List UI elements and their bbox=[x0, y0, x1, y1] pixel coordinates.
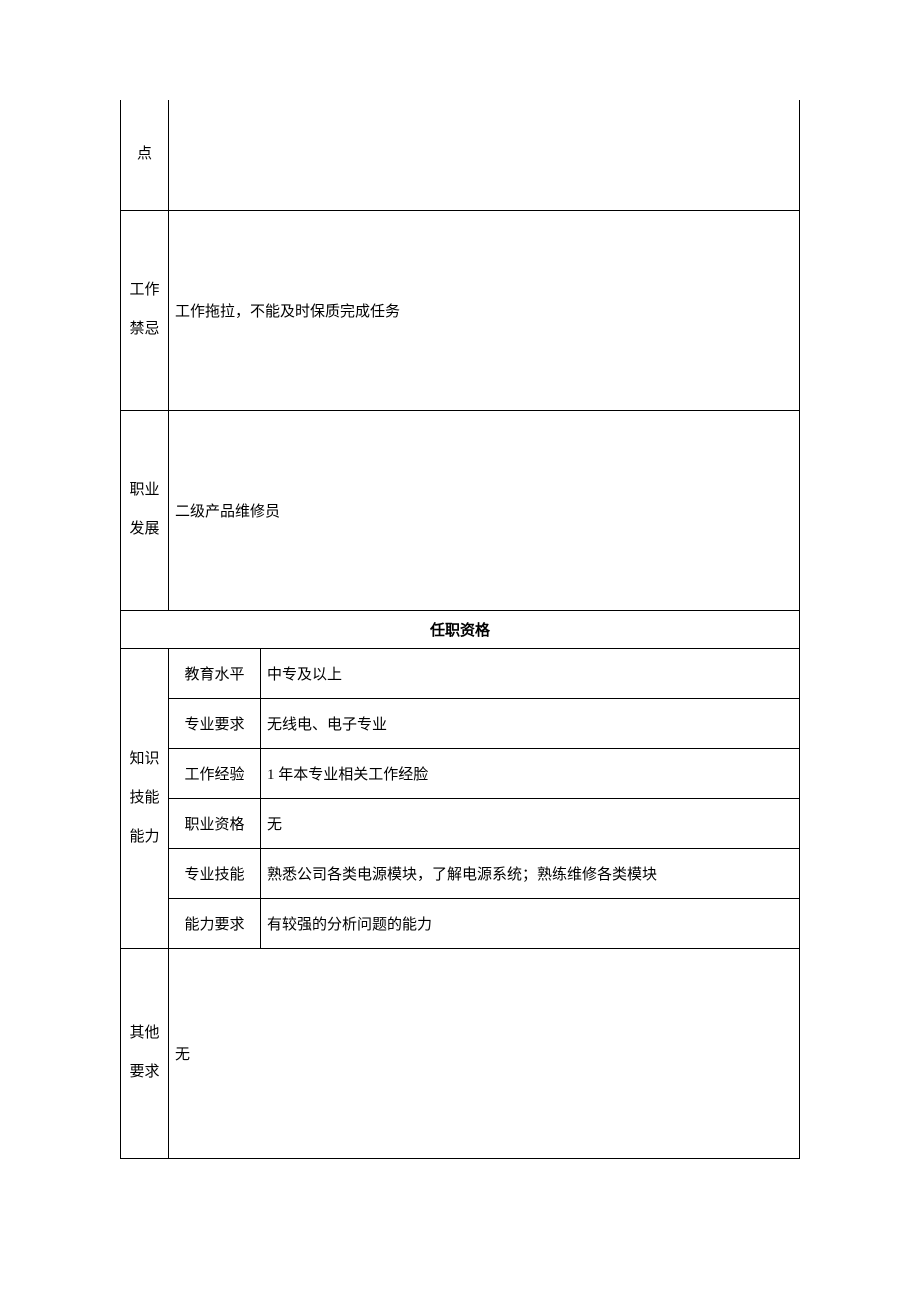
section-header: 任职资格 bbox=[121, 610, 800, 648]
knowledge-sublabel-2: 工作经验 bbox=[169, 748, 261, 798]
knowledge-content-0: 中专及以上 bbox=[261, 648, 800, 698]
knowledge-content-1: 无线电、电子专业 bbox=[261, 698, 800, 748]
job-spec-table: 点 工作禁忌 工作拖拉，不能及时保质完成任务 职业发展 二级产品维修员 任职资格… bbox=[120, 100, 800, 1159]
knowledge-sublabel-1: 专业要求 bbox=[169, 698, 261, 748]
section-header-row: 任职资格 bbox=[121, 610, 800, 648]
other-row: 其他要求 无 bbox=[121, 948, 800, 1158]
point-label: 点 bbox=[121, 100, 169, 210]
knowledge-row-3: 职业资格 无 bbox=[121, 798, 800, 848]
knowledge-sublabel-5: 能力要求 bbox=[169, 898, 261, 948]
knowledge-sublabel-4: 专业技能 bbox=[169, 848, 261, 898]
knowledge-row-0: 知识技能能力 教育水平 中专及以上 bbox=[121, 648, 800, 698]
knowledge-content-2: 1 年本专业相关工作经脸 bbox=[261, 748, 800, 798]
career-label: 职业发展 bbox=[121, 410, 169, 610]
knowledge-label: 知识技能能力 bbox=[121, 648, 169, 948]
knowledge-sublabel-3: 职业资格 bbox=[169, 798, 261, 848]
knowledge-row-1: 专业要求 无线电、电子专业 bbox=[121, 698, 800, 748]
career-row: 职业发展 二级产品维修员 bbox=[121, 410, 800, 610]
knowledge-row-5: 能力要求 有较强的分析问题的能力 bbox=[121, 898, 800, 948]
knowledge-row-4: 专业技能 熟悉公司各类电源模块，了解电源系统；熟练维修各类模块 bbox=[121, 848, 800, 898]
knowledge-content-3: 无 bbox=[261, 798, 800, 848]
taboo-label: 工作禁忌 bbox=[121, 210, 169, 410]
other-content: 无 bbox=[169, 948, 800, 1158]
point-content bbox=[169, 100, 800, 210]
knowledge-sublabel-0: 教育水平 bbox=[169, 648, 261, 698]
point-row: 点 bbox=[121, 100, 800, 210]
taboo-row: 工作禁忌 工作拖拉，不能及时保质完成任务 bbox=[121, 210, 800, 410]
career-content: 二级产品维修员 bbox=[169, 410, 800, 610]
knowledge-content-5: 有较强的分析问题的能力 bbox=[261, 898, 800, 948]
knowledge-content-4: 熟悉公司各类电源模块，了解电源系统；熟练维修各类模块 bbox=[261, 848, 800, 898]
other-label: 其他要求 bbox=[121, 948, 169, 1158]
taboo-content: 工作拖拉，不能及时保质完成任务 bbox=[169, 210, 800, 410]
knowledge-row-2: 工作经验 1 年本专业相关工作经脸 bbox=[121, 748, 800, 798]
